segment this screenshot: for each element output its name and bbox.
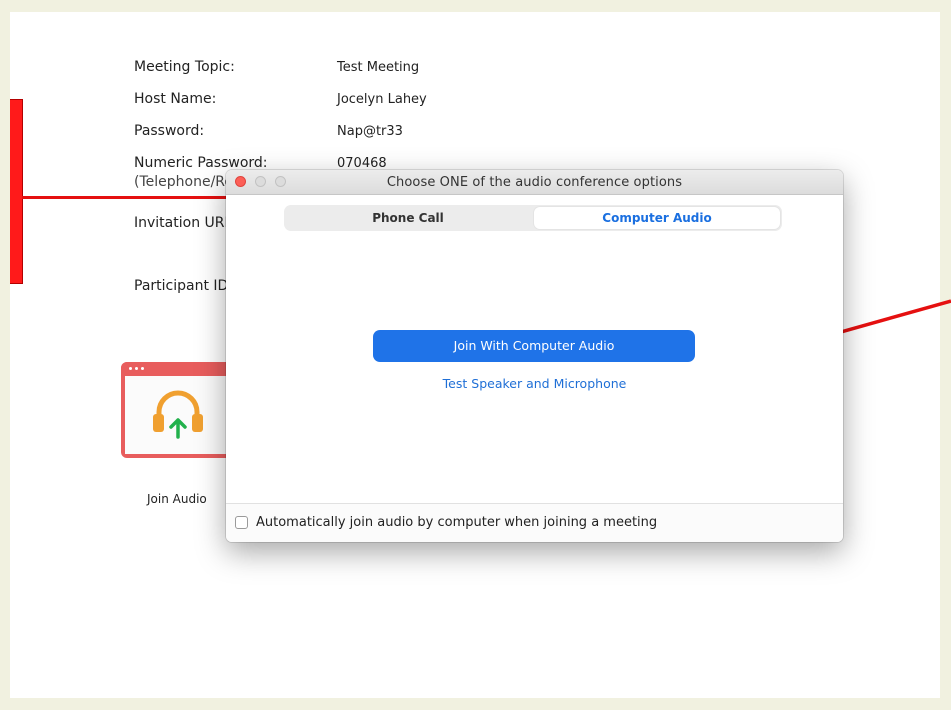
invitation-url-label: Invitation URL bbox=[134, 215, 233, 231]
numeric-password-sublabel: (Telephone/Ro bbox=[134, 174, 233, 190]
join-audio-button[interactable] bbox=[121, 362, 241, 458]
audio-mode-tabs: Phone Call Computer Audio bbox=[284, 205, 782, 231]
host-name-value: Jocelyn Lahey bbox=[337, 92, 427, 107]
password-label: Password: bbox=[134, 123, 205, 139]
password-value: Nap@tr33 bbox=[337, 124, 403, 139]
meeting-topic-value: Test Meeting bbox=[337, 60, 420, 75]
auto-join-label[interactable]: Automatically join audio by computer whe… bbox=[256, 515, 657, 530]
headphones-icon bbox=[153, 390, 203, 439]
dialog-footer: Automatically join audio by computer whe… bbox=[226, 503, 843, 542]
test-speaker-microphone-link[interactable]: Test Speaker and Microphone bbox=[226, 376, 843, 391]
annotation-red-box bbox=[10, 99, 23, 284]
dot-icon bbox=[129, 367, 132, 370]
tab-phone-call[interactable]: Phone Call bbox=[286, 207, 530, 229]
auto-join-checkbox[interactable] bbox=[235, 516, 248, 529]
numeric-password-value: 070468 bbox=[337, 156, 387, 171]
dialog-titlebar: Choose ONE of the audio conference optio… bbox=[226, 170, 843, 195]
participant-id-label: Participant ID: bbox=[134, 278, 234, 294]
join-with-computer-audio-button[interactable]: Join With Computer Audio bbox=[373, 330, 695, 362]
dot-icon bbox=[141, 367, 144, 370]
tab-computer-audio[interactable]: Computer Audio bbox=[534, 207, 780, 229]
host-name-label: Host Name: bbox=[134, 91, 217, 107]
audio-options-dialog: Choose ONE of the audio conference optio… bbox=[226, 170, 843, 542]
dot-icon bbox=[135, 367, 138, 370]
join-audio-tile-bar bbox=[121, 362, 241, 376]
join-audio-label: Join Audio bbox=[147, 492, 207, 506]
meeting-topic-label: Meeting Topic: bbox=[134, 59, 235, 75]
numeric-password-label: Numeric Password: bbox=[134, 155, 268, 171]
join-audio-tile-body bbox=[125, 376, 237, 454]
dialog-title: Choose ONE of the audio conference optio… bbox=[386, 175, 683, 190]
